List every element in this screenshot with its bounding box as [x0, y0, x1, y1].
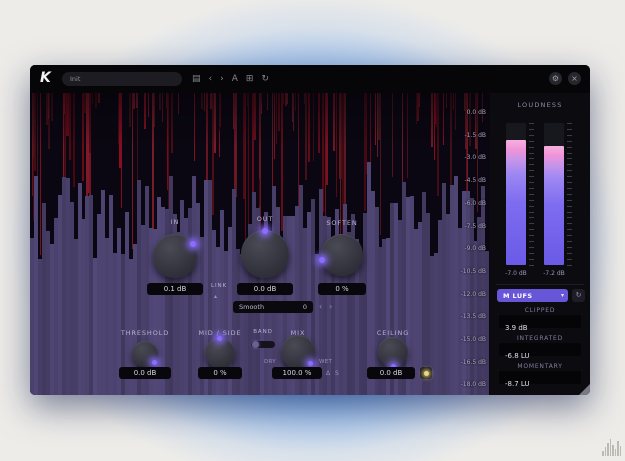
meter-left-fill — [506, 140, 526, 265]
meter-left-value: -7.0 dB — [505, 270, 527, 277]
integrated-value-box: -6.8 LU — [499, 343, 581, 360]
waveform-display: 0.0 dB -1.5 dB -3.0 dB -4.5 dB -6.0 dB -7.5 d… — [30, 93, 490, 395]
mix-knob[interactable] — [281, 335, 315, 369]
ceiling-label: CEILING — [376, 329, 410, 337]
plugin-window: K ▤ ‹ › A ⊞ ↻ ⚙ × 0.0 dB-1.5 dB-3.0 dB-4… — [30, 65, 590, 395]
soften-value[interactable]: 0 % — [318, 283, 366, 295]
clipped-value: 3.9 dB — [505, 324, 528, 332]
smooth-next-button[interactable]: › — [329, 302, 332, 312]
mix-dry-label: DRY — [264, 359, 276, 365]
watermark — [602, 439, 621, 456]
link-toggle[interactable]: ▴ — [214, 292, 217, 302]
delta-solo-icon[interactable]: S — [335, 369, 339, 379]
page-background: K ▤ ‹ › A ⊞ ↻ ⚙ × 0.0 dB-1.5 dB-3.0 dB-4… — [0, 0, 625, 461]
midside-value[interactable]: 0 % — [198, 367, 242, 379]
clipped-value-box: 3.9 dB — [499, 315, 581, 332]
meter-left-track — [506, 123, 526, 265]
link-label: LINK — [210, 283, 227, 289]
mix-knob-indicator — [308, 361, 313, 366]
preset-name-field[interactable] — [62, 72, 182, 86]
threshold-knob[interactable] — [132, 341, 158, 367]
mix-wet-label: WET — [319, 359, 333, 365]
momentary-value: -8.7 LU — [505, 380, 530, 388]
reset-icon[interactable]: ↻ — [261, 71, 269, 87]
in-knob[interactable] — [153, 234, 197, 278]
loudness-mode-label: M LUFS — [503, 291, 533, 300]
soften-knob-indicator — [319, 257, 325, 263]
copy-icon[interactable]: ⊞ — [246, 71, 254, 87]
threshold-label: THRESHOLD — [120, 329, 170, 337]
delta-icon[interactable]: Δ — [326, 369, 330, 379]
ceiling-knob[interactable] — [378, 337, 408, 369]
panel-divider — [496, 284, 584, 285]
smooth-prev-button[interactable]: ‹ — [319, 302, 322, 312]
out-knob-indicator — [262, 228, 268, 234]
out-knob[interactable] — [241, 228, 289, 278]
resize-grip[interactable] — [579, 384, 590, 395]
in-value[interactable]: 0.1 dB — [147, 283, 203, 295]
soften-knob[interactable] — [319, 234, 363, 276]
momentary-label: MOMENTARY — [517, 363, 563, 370]
ceiling-lock-icon — [423, 370, 429, 376]
close-button[interactable]: × — [568, 72, 581, 85]
close-icon: × — [571, 74, 578, 83]
clipped-label: CLIPPED — [524, 307, 556, 314]
loudness-title: LOUDNESS — [517, 101, 563, 109]
smooth-dropdown[interactable]: Smooth 0 — [233, 301, 313, 313]
meter-left-ticks — [528, 123, 536, 269]
settings-button[interactable]: ⚙ — [549, 72, 562, 85]
momentary-value-box: -8.7 LU — [499, 371, 581, 388]
prev-preset-icon[interactable]: ‹ — [209, 71, 213, 87]
chevron-down-icon: ▾ — [560, 292, 564, 299]
threshold-value[interactable]: 0.0 dB — [119, 367, 171, 379]
loudness-mode-dropdown[interactable]: M LUFS ▾ — [497, 289, 568, 302]
titlebar: K ▤ ‹ › A ⊞ ↻ ⚙ × — [30, 65, 590, 93]
out-knob-label: OUT — [256, 215, 274, 223]
meter-reset-button[interactable]: ↻ — [572, 289, 585, 302]
brand-logo: K — [40, 70, 51, 86]
ceiling-lock-button[interactable] — [420, 367, 432, 379]
titlebar-toolbar: ▤ ‹ › A ⊞ ↻ — [192, 71, 269, 87]
mix-value[interactable]: 100.0 % — [272, 367, 322, 379]
midside-knob[interactable] — [205, 336, 235, 368]
band-toggle[interactable] — [251, 341, 275, 348]
in-knob-label: IN — [170, 218, 180, 226]
meter-reset-icon: ↻ — [575, 291, 582, 299]
smooth-dropdown-value: 0 — [302, 303, 307, 311]
ab-compare-icon[interactable]: A — [232, 71, 238, 87]
threshold-knob-indicator — [152, 360, 157, 365]
gear-icon: ⚙ — [551, 74, 560, 83]
meter-right-ticks — [566, 123, 574, 269]
smooth-dropdown-label: Smooth — [239, 303, 265, 311]
integrated-label: INTEGRATED — [516, 335, 563, 342]
soften-knob-label: SOFTEN — [326, 219, 358, 227]
meter-right-track — [544, 123, 564, 265]
loudness-panel: LOUDNESS -7.0 dB -7.2 dB M LUFS ▾ ↻ CLIP… — [490, 93, 590, 395]
midside-knob-indicator — [217, 336, 222, 341]
save-icon[interactable]: ▤ — [192, 71, 201, 87]
in-knob-indicator — [190, 241, 196, 247]
meter-right-value: -7.2 dB — [543, 270, 565, 277]
band-toggle-thumb — [252, 341, 259, 348]
out-value[interactable]: 0.0 dB — [237, 283, 293, 295]
ceiling-value[interactable]: 0.0 dB — [367, 367, 415, 379]
integrated-value: -6.8 LU — [505, 352, 530, 360]
meter-right-fill — [544, 145, 564, 265]
next-preset-icon[interactable]: › — [220, 71, 224, 87]
